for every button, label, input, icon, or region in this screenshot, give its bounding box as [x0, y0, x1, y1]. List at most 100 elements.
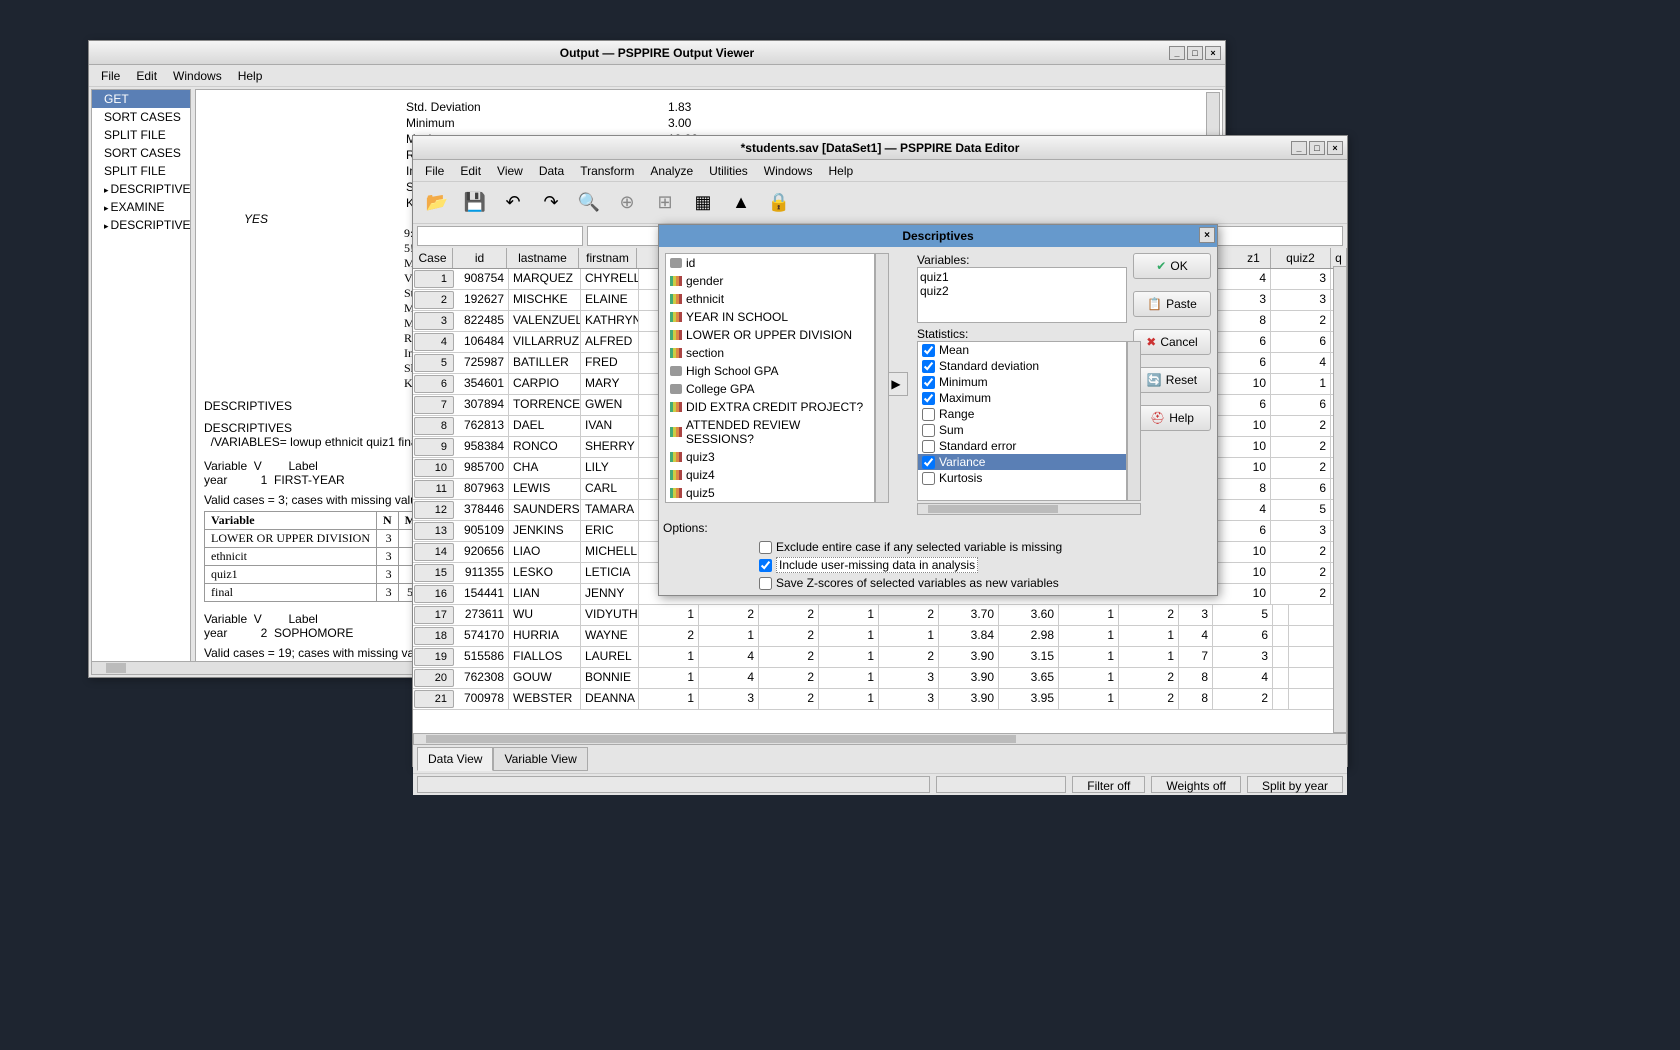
grid-vertical-scrollbar[interactable] [1333, 266, 1347, 733]
stat-checkbox[interactable] [922, 456, 935, 469]
col-header-case[interactable]: Case [413, 248, 453, 268]
case-button[interactable]: 5 [414, 354, 454, 372]
variable-item[interactable]: quiz3 [666, 448, 874, 466]
opt-zscore-checkbox[interactable] [759, 577, 772, 590]
variable-item[interactable]: section [666, 344, 874, 362]
menu-file[interactable]: File [93, 67, 128, 85]
save-icon[interactable]: 💾 [461, 189, 489, 217]
menu-edit[interactable]: Edit [128, 67, 165, 85]
menu-analyze[interactable]: Analyze [642, 162, 701, 180]
stats-scrollbar[interactable] [1127, 341, 1141, 501]
maximize-button[interactable]: □ [1309, 141, 1325, 155]
stats-hscroll[interactable] [917, 503, 1141, 515]
opt-exclude[interactable]: Exclude entire case if any selected vari… [759, 540, 1207, 554]
variable-item[interactable]: quiz4 [666, 466, 874, 484]
maximize-button[interactable]: □ [1187, 46, 1203, 60]
selected-var[interactable]: quiz1 [920, 270, 1124, 284]
output-tree[interactable]: GET SORT CASES SPLIT FILE SORT CASES SPL… [91, 89, 191, 675]
menu-windows[interactable]: Windows [756, 162, 821, 180]
close-button[interactable]: × [1327, 141, 1343, 155]
variable-item[interactable]: quiz5 [666, 484, 874, 502]
tree-item[interactable]: SORT CASES [92, 144, 190, 162]
col-header-id[interactable]: id [453, 248, 507, 268]
opt-include-checkbox[interactable] [759, 559, 772, 572]
tree-item[interactable]: DESCRIPTIVES [92, 180, 190, 198]
stat-checkbox[interactable] [922, 360, 935, 373]
case-button[interactable]: 17 [414, 606, 454, 624]
menu-utilities[interactable]: Utilities [701, 162, 756, 180]
menu-file[interactable]: File [417, 162, 452, 180]
list-scrollbar[interactable] [875, 253, 889, 503]
grid-horizontal-scrollbar[interactable] [413, 733, 1347, 745]
stat-checkbox[interactable] [922, 392, 935, 405]
insert-icon[interactable]: ⊞ [651, 189, 679, 217]
statistic-item[interactable]: Variance [918, 454, 1126, 470]
statistics-list[interactable]: MeanStandard deviationMinimumMaximumRang… [917, 341, 1127, 501]
tab-data-view[interactable]: Data View [417, 747, 493, 771]
menu-help[interactable]: Help [230, 67, 271, 85]
case-button[interactable]: 1 [414, 270, 454, 288]
case-button[interactable]: 7 [414, 396, 454, 414]
variable-item[interactable]: LOWER OR UPPER DIVISION [666, 326, 874, 344]
statistic-item[interactable]: Mean [918, 342, 1126, 358]
menu-data[interactable]: Data [531, 162, 572, 180]
statistic-item[interactable]: Standard error [918, 438, 1126, 454]
stat-checkbox[interactable] [922, 424, 935, 437]
case-button[interactable]: 18 [414, 627, 454, 645]
variable-item[interactable]: id [666, 254, 874, 272]
table-row[interactable]: 18 574170 HURRIA WAYNE 212113.842.9811 4… [413, 626, 1347, 647]
statistic-item[interactable]: Range [918, 406, 1126, 422]
case-button[interactable]: 3 [414, 312, 454, 330]
case-button[interactable]: 20 [414, 669, 454, 687]
case-button[interactable]: 6 [414, 375, 454, 393]
dialog-close-button[interactable]: × [1199, 227, 1215, 243]
goto-icon[interactable]: ⊕ [613, 189, 641, 217]
case-button[interactable]: 19 [414, 648, 454, 666]
tree-item[interactable]: SPLIT FILE [92, 126, 190, 144]
ok-button[interactable]: ✔OK [1133, 253, 1211, 279]
open-icon[interactable]: 📂 [423, 189, 451, 217]
paste-button[interactable]: 📋Paste [1133, 291, 1211, 317]
table-row[interactable]: 19 515586 FIALLOS LAUREL 142123.903.1511… [413, 647, 1347, 668]
close-button[interactable]: × [1205, 46, 1221, 60]
data-titlebar[interactable]: *students.sav [DataSet1] — PSPPIRE Data … [413, 136, 1347, 160]
cell-ref-box[interactable] [417, 226, 583, 246]
selected-variables-list[interactable]: quiz1 quiz2 [917, 267, 1127, 323]
output-titlebar[interactable]: Output — PSPPIRE Output Viewer _ □ × [89, 41, 1225, 65]
variable-item[interactable]: gender [666, 272, 874, 290]
statistic-item[interactable]: Sum [918, 422, 1126, 438]
opt-save-zscores[interactable]: Save Z-scores of selected variables as n… [759, 576, 1207, 590]
find-icon[interactable]: 🔍 [575, 189, 603, 217]
case-button[interactable]: 4 [414, 333, 454, 351]
col-header-q1[interactable]: z1 [1237, 248, 1271, 268]
statistic-item[interactable]: Maximum [918, 390, 1126, 406]
reset-button[interactable]: 🔄Reset [1133, 367, 1211, 393]
variable-item[interactable]: High School GPA [666, 362, 874, 380]
variable-item[interactable]: College GPA [666, 380, 874, 398]
menu-edit[interactable]: Edit [452, 162, 489, 180]
split-icon[interactable]: 🔒 [765, 189, 793, 217]
tree-item[interactable]: SPLIT FILE [92, 162, 190, 180]
help-button[interactable]: ⛑Help [1133, 405, 1211, 431]
case-button[interactable]: 14 [414, 543, 454, 561]
col-header-q[interactable]: q [1331, 248, 1347, 268]
opt-include-missing[interactable]: Include user-missing data in analysis [759, 557, 1207, 573]
col-header-lastname[interactable]: lastname [507, 248, 579, 268]
col-header-quiz2[interactable]: quiz2 [1271, 248, 1331, 268]
stat-checkbox[interactable] [922, 472, 935, 485]
stat-checkbox[interactable] [922, 344, 935, 357]
tree-item[interactable]: SORT CASES [92, 108, 190, 126]
weight-icon[interactable]: ▲ [727, 189, 755, 217]
variable-item[interactable]: ATTENDED REVIEW SESSIONS? [666, 416, 874, 448]
variable-item[interactable]: YEAR IN SCHOOL [666, 308, 874, 326]
variable-item[interactable]: ethnicit [666, 290, 874, 308]
tree-item-get[interactable]: GET [92, 90, 190, 108]
tree-item[interactable]: DESCRIPTIVES [92, 216, 190, 234]
redo-icon[interactable]: ↷ [537, 189, 565, 217]
minimize-button[interactable]: _ [1291, 141, 1307, 155]
stat-checkbox[interactable] [922, 376, 935, 389]
menu-help[interactable]: Help [820, 162, 861, 180]
statistic-item[interactable]: Minimum [918, 374, 1126, 390]
case-button[interactable]: 11 [414, 480, 454, 498]
menu-transform[interactable]: Transform [572, 162, 642, 180]
